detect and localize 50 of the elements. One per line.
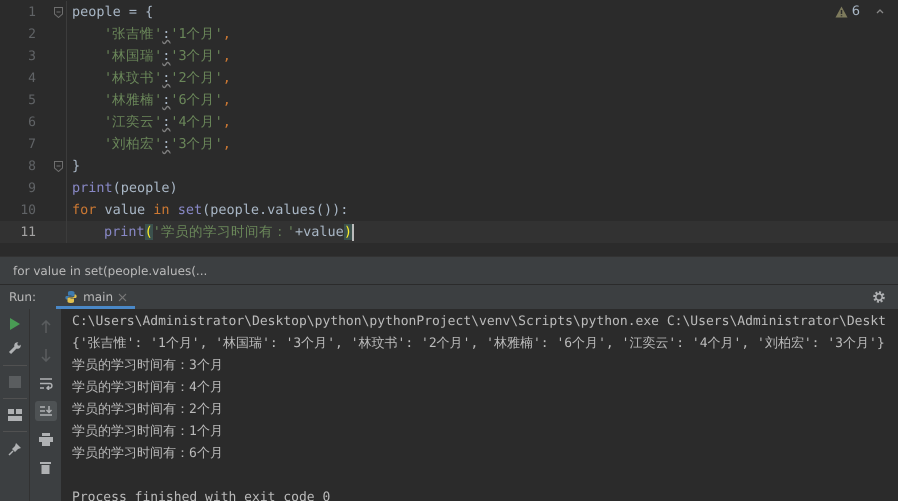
line-number: 1: [27, 4, 37, 20]
console-line: 学员的学习时间有：3个月: [72, 358, 223, 373]
run-label: Run:: [9, 290, 36, 304]
pin-icon[interactable]: [8, 442, 22, 456]
console-line: 学员的学习时间有：6个月: [72, 446, 223, 461]
warning-count[interactable]: 6: [852, 4, 860, 19]
wrench-icon[interactable]: [8, 341, 22, 355]
code-line: people = {: [71, 4, 154, 20]
fold-icon[interactable]: [54, 6, 62, 18]
fold-icon[interactable]: [54, 160, 62, 172]
line-number: 4: [27, 70, 37, 86]
python-icon: [64, 290, 78, 304]
print-icon[interactable]: [38, 432, 52, 446]
code-line: '张吉惟':'1个月',: [103, 25, 231, 43]
chevron-up-icon[interactable]: [874, 7, 886, 16]
line-number: 7: [27, 136, 37, 152]
code-line: '刘柏宏':'3个月',: [103, 135, 231, 153]
run-tab[interactable]: main: [56, 285, 136, 309]
settings-icon[interactable]: [872, 290, 886, 304]
breadcrumb[interactable]: for value in set(people.values(...: [13, 264, 208, 278]
line-number: 8: [27, 158, 37, 174]
close-icon[interactable]: [118, 292, 128, 302]
line-number: 6: [27, 114, 37, 130]
console-line: 学员的学习时间有：4个月: [72, 380, 223, 395]
line-number: 5: [27, 92, 37, 108]
trash-icon[interactable]: [40, 460, 51, 474]
code-line: print('学员的学习时间有：'+value): [103, 223, 354, 241]
console-line: 学员的学习时间有：2个月: [72, 402, 223, 417]
soft-wrap-icon[interactable]: [38, 376, 52, 390]
line-number: 10: [19, 202, 37, 218]
code-line: }: [71, 158, 80, 174]
run-icon[interactable]: [8, 317, 20, 331]
line-number: 9: [27, 180, 37, 196]
code-line: for value in set(people.values()):: [71, 202, 348, 218]
console-line: {'张吉惟': '1个月', '林国瑞': '3个月', '林玟书': '2个月', '林雅楠': '6个月', '江奕云': '4个月', '刘柏宏': '3个月'}: [72, 336, 885, 351]
warning-icon[interactable]: [834, 6, 848, 18]
scroll-to-end-button[interactable]: [34, 401, 56, 421]
layout-icon[interactable]: [8, 409, 22, 421]
code-line: '林雅楠':'6个月',: [103, 91, 231, 109]
code-line: '林玟书':'2个月',: [103, 69, 231, 87]
line-number: 11: [19, 224, 37, 240]
line-number: 2: [27, 26, 37, 42]
code-line: '江奕云':'4个月',: [103, 113, 231, 131]
console-line: C:\Users\Administrator\Desktop\python\pythonProject\venv\Scripts\python.exe C:\Users\Administrator\Deskt: [72, 314, 886, 329]
scroll-to-end-icon: [38, 404, 52, 418]
code-line: print(people): [71, 180, 178, 196]
line-number: 3: [27, 48, 37, 64]
code-line: '林国瑞':'3个月',: [103, 47, 231, 65]
console-line: 学员的学习时间有：1个月: [72, 424, 223, 439]
console-line: Process finished with exit code 0: [72, 490, 330, 501]
